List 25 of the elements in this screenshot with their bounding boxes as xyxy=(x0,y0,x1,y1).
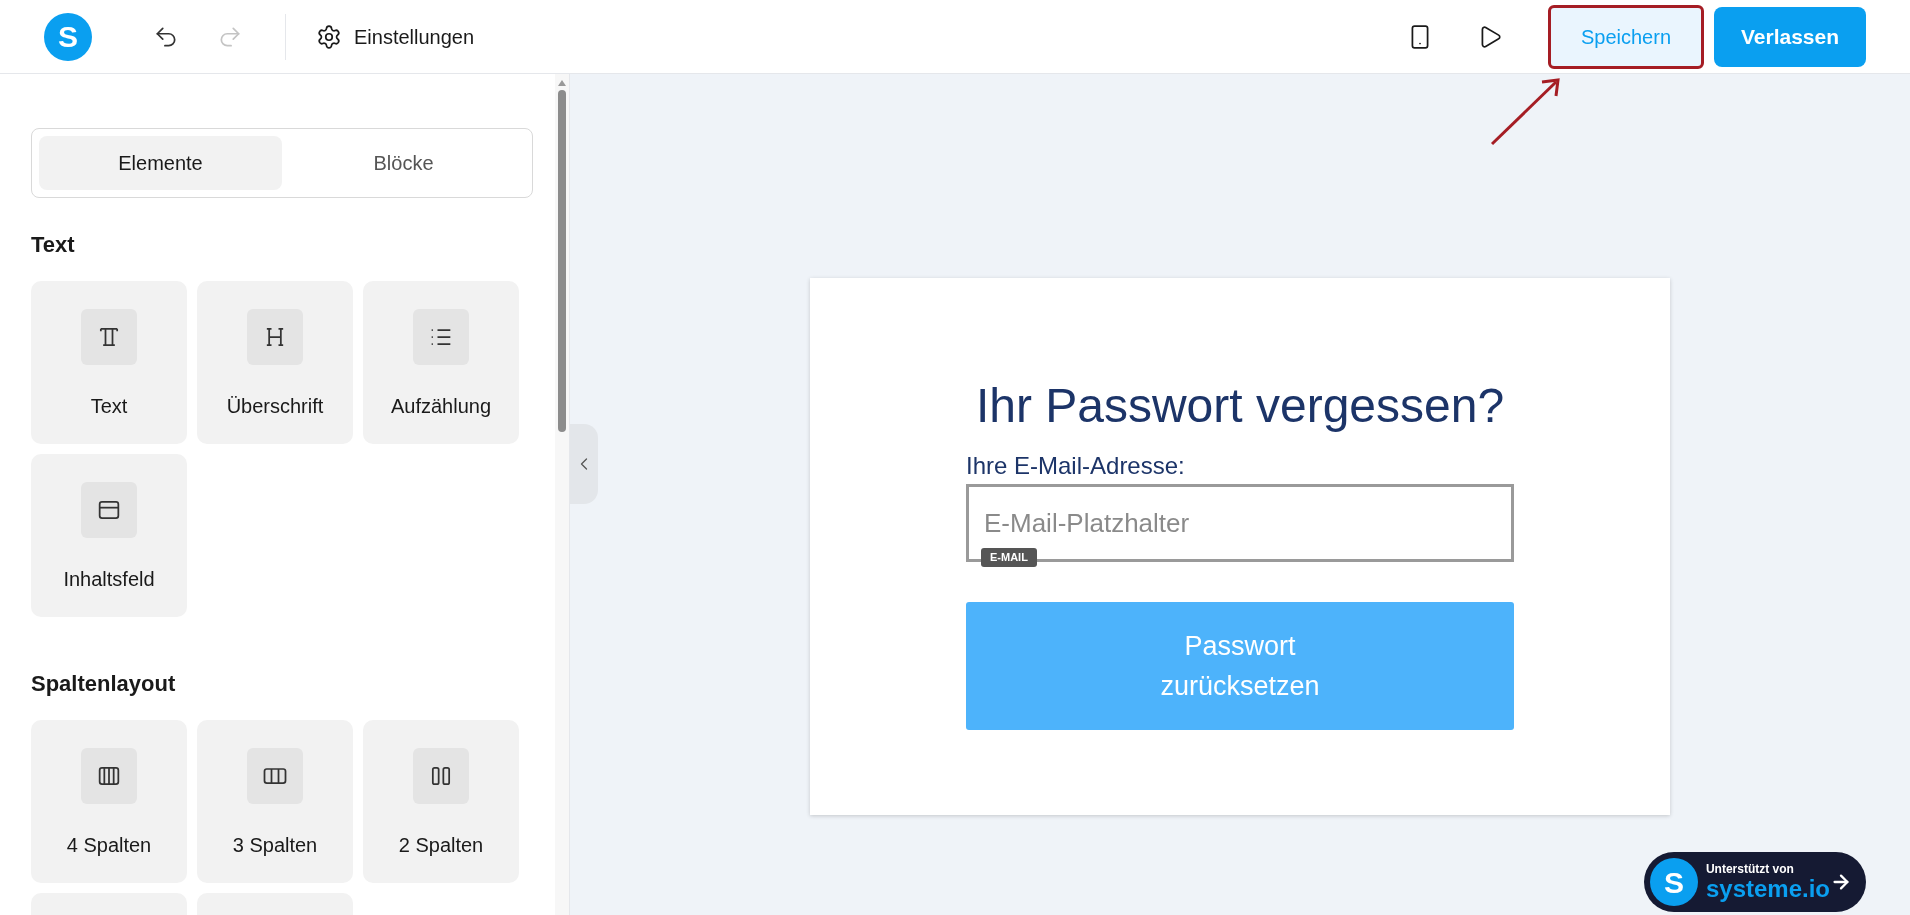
element-label: Überschrift xyxy=(226,394,324,419)
element-card[interactable]: 2 Spalten xyxy=(363,720,519,883)
element-label: Aufzählung xyxy=(390,394,492,419)
element-card[interactable]: Text xyxy=(31,281,187,444)
section-heading: Text xyxy=(31,231,76,259)
element-card[interactable]: 4 Spalten xyxy=(31,720,187,883)
element-card[interactable]: Aufzählung xyxy=(363,281,519,444)
element-label: 4 Spalten xyxy=(66,833,152,858)
field-label: Ihre E-Mail-Adresse: xyxy=(966,451,1186,481)
element-label: Inhaltsfeld xyxy=(63,567,155,592)
element-card[interactable]: 3 Spalten xyxy=(197,720,353,883)
field-type-badge: E-MAIL xyxy=(981,548,1037,567)
badge-logo: S xyxy=(1650,858,1698,906)
element-card[interactable]: Inhaltsfeld xyxy=(31,454,187,617)
element-label: 2 Spalten xyxy=(398,833,484,858)
element-card[interactable]: Überschrift xyxy=(197,281,353,444)
element-label: Text xyxy=(90,394,128,419)
badge-caption: Unterstützt von xyxy=(1705,863,1795,875)
element-label: 3 Spalten xyxy=(232,833,318,858)
sidebar-tab[interactable]: Elemente xyxy=(39,136,282,190)
badge-brand: systeme.io xyxy=(1705,877,1831,901)
sidebar-tab[interactable]: Blöcke xyxy=(282,136,525,190)
section-heading: Spaltenlayout xyxy=(31,670,177,698)
settings-button[interactable]: Einstellungen xyxy=(316,21,475,52)
form-title: Ihr Passwort vergessen? xyxy=(974,378,1506,434)
